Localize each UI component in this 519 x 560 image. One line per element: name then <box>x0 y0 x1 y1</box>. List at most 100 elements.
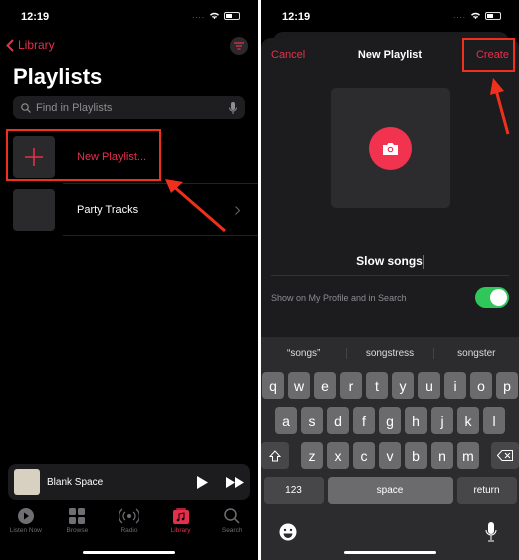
wifi-icon <box>210 12 219 19</box>
space-key[interactable]: space <box>327 477 453 504</box>
key-h[interactable]: h <box>405 407 427 434</box>
key-f[interactable]: f <box>353 407 375 434</box>
tab-bar: Listen Now Browse Radio Library Search <box>0 508 258 534</box>
add-photo-button[interactable] <box>369 127 412 170</box>
tab-radio[interactable]: Radio <box>103 508 155 534</box>
home-indicator <box>83 551 175 554</box>
now-playing-artwork <box>14 469 40 495</box>
status-bar: 12:19 .... <box>0 0 258 34</box>
wifi-icon <box>471 12 480 19</box>
suggestion-bar: “songs” songstress songster <box>261 337 519 369</box>
key-e[interactable]: e <box>314 372 336 399</box>
key-j[interactable]: j <box>431 407 453 434</box>
play-icon[interactable] <box>197 475 208 489</box>
mini-player[interactable]: Blank Space <box>8 464 250 500</box>
key-s[interactable]: s <box>301 407 323 434</box>
keyboard: “songs” songstress songster qwertyuiop a… <box>261 337 519 560</box>
battery-icon <box>224 11 240 20</box>
tab-listen-now[interactable]: Listen Now <box>0 508 52 534</box>
playlist-name-field[interactable]: Slow songs <box>261 254 519 269</box>
fast-forward-icon[interactable] <box>226 476 244 488</box>
back-label: Library <box>18 38 55 52</box>
key-a[interactable]: a <box>275 407 297 434</box>
key-z[interactable]: z <box>301 442 323 469</box>
key-o[interactable]: o <box>470 372 492 399</box>
status-time: 12:19 <box>21 11 50 23</box>
key-l[interactable]: l <box>483 407 505 434</box>
chevron-left-icon <box>6 38 14 52</box>
key-t[interactable]: t <box>366 372 388 399</box>
numbers-key[interactable]: 123 <box>263 477 324 504</box>
delete-key[interactable] <box>491 442 519 469</box>
tab-library[interactable]: Library <box>155 508 207 534</box>
back-button[interactable]: Library <box>6 38 55 52</box>
tab-label: Library <box>170 527 191 534</box>
key-w[interactable]: w <box>288 372 310 399</box>
microphone-icon[interactable] <box>229 101 237 114</box>
search-icon <box>224 508 240 524</box>
key-u[interactable]: u <box>418 372 440 399</box>
battery-icon <box>485 11 501 20</box>
key-m[interactable]: m <box>457 442 479 469</box>
suggestion[interactable]: songster <box>434 348 519 359</box>
key-c[interactable]: c <box>353 442 375 469</box>
key-g[interactable]: g <box>379 407 401 434</box>
search-icon <box>21 102 31 113</box>
key-k[interactable]: k <box>457 407 479 434</box>
chevron-right-icon <box>235 205 240 215</box>
key-row-1: qwertyuiop <box>261 372 519 399</box>
key-d[interactable]: d <box>327 407 349 434</box>
key-v[interactable]: v <box>379 442 401 469</box>
home-indicator <box>344 551 436 554</box>
key-x[interactable]: x <box>327 442 349 469</box>
shift-icon <box>269 449 281 461</box>
playlist-artwork <box>13 189 55 231</box>
toggle-label: Show on My Profile and in Search <box>271 292 407 303</box>
key-n[interactable]: n <box>431 442 453 469</box>
search-input[interactable]: Find in Playlists <box>13 96 245 119</box>
key-i[interactable]: i <box>444 372 466 399</box>
key-row-4: 123 space return <box>261 477 519 504</box>
show-on-profile-toggle[interactable] <box>475 287 509 308</box>
emoji-icon[interactable] <box>279 523 297 541</box>
divider <box>271 275 509 276</box>
signal-icon: .... <box>192 11 205 20</box>
highlight-box <box>6 129 161 181</box>
signal-icon: .... <box>453 11 466 20</box>
tab-search[interactable]: Search <box>206 508 258 534</box>
sort-button[interactable] <box>230 37 248 55</box>
playlist-name-value: Slow songs <box>356 254 423 268</box>
suggestion[interactable]: “songs” <box>261 347 348 359</box>
key-r[interactable]: r <box>340 372 362 399</box>
now-playing-title: Blank Space <box>47 476 104 488</box>
key-y[interactable]: y <box>392 372 414 399</box>
key-p[interactable]: p <box>496 372 518 399</box>
divider <box>63 183 258 184</box>
divider <box>63 235 258 236</box>
suggestion[interactable]: songstress <box>347 347 434 359</box>
dictation-mic-icon[interactable] <box>485 522 497 542</box>
radio-icon <box>118 508 139 524</box>
status-time: 12:19 <box>282 11 311 23</box>
show-on-profile-row: Show on My Profile and in Search <box>271 287 509 308</box>
page-title: Playlists <box>13 64 103 89</box>
shift-key[interactable] <box>261 442 289 469</box>
library-playlists-screen: 12:19 .... Library Playlists Find in Pla… <box>0 0 258 560</box>
play-circle-icon <box>17 508 34 524</box>
key-q[interactable]: q <box>262 372 284 399</box>
grid-icon <box>69 508 86 524</box>
sort-icon <box>234 42 244 50</box>
return-key[interactable]: return <box>456 477 517 504</box>
camera-icon <box>383 143 398 155</box>
highlight-box <box>462 38 515 72</box>
tab-label: Browse <box>66 527 89 534</box>
key-row-2: asdfghjkl <box>261 407 519 434</box>
tab-label: Listen Now <box>9 527 42 534</box>
search-placeholder: Find in Playlists <box>36 101 113 114</box>
backspace-icon <box>497 450 513 461</box>
tab-browse[interactable]: Browse <box>52 508 104 534</box>
playlist-label: Party Tracks <box>77 204 139 216</box>
playlist-row[interactable]: Party Tracks <box>13 188 258 232</box>
key-b[interactable]: b <box>405 442 427 469</box>
new-playlist-screen: 12:19 .... Cancel New Playlist Create Sl… <box>261 0 519 560</box>
